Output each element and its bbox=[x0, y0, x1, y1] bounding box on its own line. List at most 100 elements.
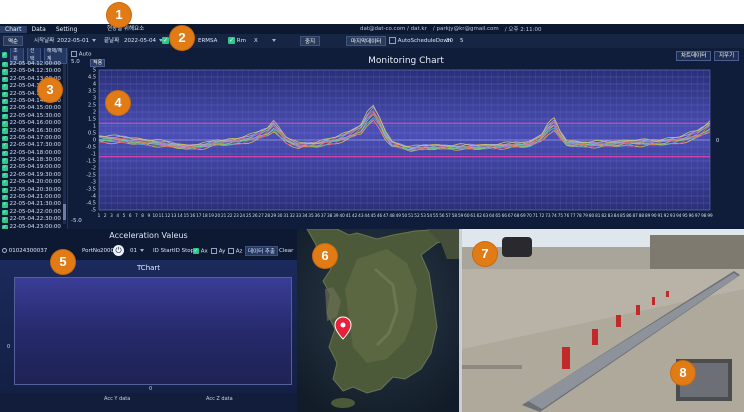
y-tick-label: 1 bbox=[93, 124, 96, 130]
time-list-item-label: 22-05-04.16:30:00 bbox=[9, 127, 61, 134]
autoschedule-toggle[interactable]: AutoScheduleDown bbox=[389, 36, 451, 46]
x-tick-label: 42 bbox=[352, 213, 358, 218]
time-list-item[interactable]: ✓ 22-05-04.16:30:00 bbox=[0, 128, 67, 135]
apply-button[interactable]: 적용 bbox=[90, 59, 106, 67]
ermsa-toggle[interactable]: ✓ bbox=[162, 36, 169, 46]
time-list-item[interactable]: ✓ 22-05-04.17:30:00 bbox=[0, 142, 67, 149]
ax-label: Ax bbox=[200, 248, 208, 255]
time-list-item-label: 22-05-04.19:30:00 bbox=[9, 171, 61, 178]
ax-toggle[interactable]: ✓ Ax bbox=[193, 247, 208, 255]
channel-select[interactable]: 01 bbox=[130, 248, 144, 254]
time-list-item[interactable]: ✓ 22-05-04.15:30:00 bbox=[0, 113, 67, 120]
time-list-panel: ✓ 조회 선택 해제/체계 ✓ 22-05-04.12:00:00 ✓ 22-05-0… bbox=[0, 48, 68, 229]
id-stop-button[interactable]: ID Stop bbox=[174, 248, 194, 254]
check-icon: ✓ bbox=[2, 217, 8, 223]
x-tick-label: 73 bbox=[545, 213, 551, 218]
clear-chart-button[interactable]: 지우기 bbox=[714, 51, 740, 61]
checkbox-icon bbox=[211, 247, 217, 254]
acceleration-title: Acceleration Valeus bbox=[109, 231, 188, 240]
time-list-scrollbar[interactable] bbox=[63, 64, 66, 224]
menu-setting[interactable]: Setting bbox=[51, 26, 82, 33]
acc-z-label: Acc Z data bbox=[206, 396, 233, 402]
y-tick-label: -5 bbox=[91, 208, 96, 214]
menu-chart[interactable]: Chart bbox=[0, 25, 27, 33]
clear-button[interactable]: Clear bbox=[279, 248, 293, 254]
check-icon: ✓ bbox=[228, 37, 235, 44]
x-tick-label: 77 bbox=[570, 213, 576, 218]
time-list-item[interactable]: ✓ 22-05-04.18:00:00 bbox=[0, 150, 67, 157]
check-icon: ✓ bbox=[2, 84, 8, 90]
radio-icon bbox=[2, 248, 7, 253]
time-list-item[interactable]: ✓ 22-05-04.20:00:00 bbox=[0, 179, 67, 186]
x-tick-label: 81 bbox=[595, 213, 601, 218]
time-list-item[interactable]: ✓ 22-05-04.15:00:00 bbox=[0, 105, 67, 112]
x-tick-label: 23 bbox=[233, 213, 239, 218]
menubar-info: dat@dat-co.com / dat.kr / parkjy@kr@gmai… bbox=[360, 24, 541, 34]
camera-photo-panel bbox=[462, 229, 744, 412]
time-list-item[interactable]: ✓ 22-05-04.12:30:00 bbox=[0, 68, 67, 75]
extract-button[interactable]: 데이터 추출 bbox=[245, 246, 279, 256]
x-tick-label: 52 bbox=[414, 213, 420, 218]
stop-button[interactable]: 중지 bbox=[300, 36, 321, 46]
x-tick-label: 16 bbox=[190, 213, 196, 218]
x-tick-label: 96 bbox=[689, 213, 695, 218]
x-tick-label: 69 bbox=[520, 213, 526, 218]
y-tick-label: 0 bbox=[93, 138, 96, 144]
auto-value-2[interactable]: 5 bbox=[460, 36, 464, 46]
time-list-item[interactable]: ✓ 22-05-04.19:00:00 bbox=[0, 164, 67, 171]
check-icon: ✓ bbox=[2, 91, 8, 97]
select-all-checkbox[interactable]: ✓ bbox=[2, 51, 8, 58]
y-tick-label: 5 bbox=[93, 68, 96, 74]
info-user: / parkjy@kr@gmail.com bbox=[432, 26, 499, 32]
time-list-item[interactable]: ✓ 22-05-04.16:00:00 bbox=[0, 120, 67, 127]
scrollbar-thumb[interactable] bbox=[63, 204, 66, 220]
start-date-field[interactable]: 2022-05-01 bbox=[57, 36, 96, 46]
x-tick-label: 56 bbox=[439, 213, 445, 218]
badge-1: 1 bbox=[107, 3, 131, 27]
end-date-field[interactable]: 2022-05-04 bbox=[124, 36, 163, 46]
x-tick-label: 74 bbox=[551, 213, 557, 218]
x-tick-label: 26 bbox=[252, 213, 258, 218]
time-list-item[interactable]: ✓ 22-05-04.22:00:00 bbox=[0, 209, 67, 216]
time-list-item[interactable]: ✓ 22-05-04.21:00:00 bbox=[0, 194, 67, 201]
time-list-item[interactable]: ✓ 22-05-04.12:00:00 bbox=[0, 61, 67, 68]
time-list-item[interactable]: ✓ 22-05-04.17:00:00 bbox=[0, 135, 67, 142]
menu-data[interactable]: Data bbox=[27, 26, 51, 33]
ay-label: Ay bbox=[218, 248, 226, 255]
id-start-button[interactable]: ID Start bbox=[153, 248, 174, 254]
time-list-item[interactable]: ✓ 22-05-04.21:30:00 bbox=[0, 201, 67, 208]
device-radio[interactable]: 01024300037 bbox=[2, 248, 47, 254]
x-tick-label: 14 bbox=[177, 213, 183, 218]
device-id: 01024300037 bbox=[8, 248, 48, 254]
auto-value-1[interactable]: 30 bbox=[446, 36, 453, 46]
x-tick-label: 9 bbox=[148, 213, 151, 218]
check-icon: ✓ bbox=[2, 202, 8, 208]
x-tick-label: 50 bbox=[402, 213, 408, 218]
x-tick-label: 45 bbox=[371, 213, 377, 218]
time-list-item[interactable]: ✓ 22-05-04.19:30:00 bbox=[0, 172, 67, 179]
time-list-item[interactable]: ✓ 22-05-04.22:30:00 bbox=[0, 216, 67, 223]
check-icon: ✓ bbox=[2, 172, 8, 179]
last-data-button[interactable]: 마지막데이터 bbox=[346, 36, 387, 46]
x-tick-label: 40 bbox=[339, 213, 345, 218]
time-list-item[interactable]: ✓ 22-05-04.18:30:00 bbox=[0, 157, 67, 164]
az-toggle[interactable]: Az bbox=[228, 247, 242, 254]
y-tick-label: -3 bbox=[91, 180, 96, 186]
y-max-field[interactable]: 5.0 bbox=[71, 59, 80, 65]
monitoring-chart-title: Monitoring Chart bbox=[368, 56, 444, 66]
y-tick-label: 4 bbox=[93, 82, 96, 88]
ay-toggle[interactable]: Ay bbox=[211, 247, 226, 255]
rm-toggle[interactable]: ✓ Rm bbox=[228, 36, 246, 46]
x-tick-label: 11 bbox=[159, 213, 165, 218]
power-icon[interactable]: ⏻ bbox=[113, 245, 124, 256]
auto-toggle[interactable]: Auto bbox=[71, 51, 92, 58]
axis-select[interactable]: X bbox=[254, 36, 280, 46]
x-tick-label: 2 bbox=[104, 213, 107, 218]
time-list-item[interactable]: ✓ 22-05-04.20:30:00 bbox=[0, 187, 67, 194]
tchart-plot-area bbox=[14, 277, 292, 385]
x-tick-label: 67 bbox=[508, 213, 514, 218]
y-min-field[interactable]: -5.0 bbox=[71, 218, 82, 224]
channel-value: 01 bbox=[130, 248, 137, 254]
chart-data-button[interactable]: 차트데이터 bbox=[676, 51, 712, 61]
order-button[interactable]: 역순 bbox=[3, 36, 24, 46]
